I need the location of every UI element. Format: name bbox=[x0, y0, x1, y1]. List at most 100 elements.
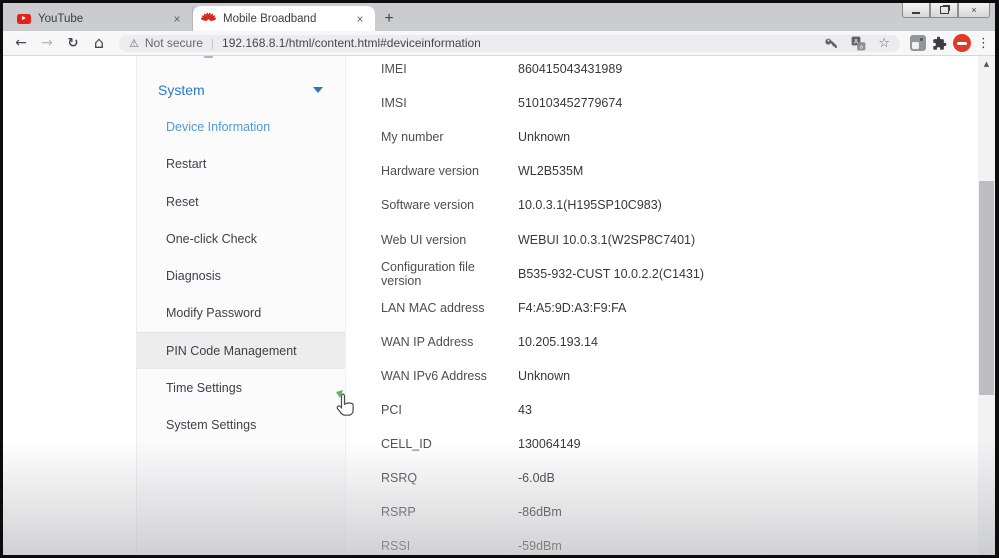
page-content: System Device Information Restart Reset One-… bbox=[3, 56, 995, 555]
info-value: 860415043431989 bbox=[518, 62, 622, 76]
forward-icon[interactable]: → bbox=[37, 36, 57, 50]
sidebar-item-restart[interactable]: Restart bbox=[137, 146, 345, 183]
youtube-icon bbox=[17, 14, 31, 24]
vertical-scrollbar[interactable]: ▲ bbox=[978, 56, 995, 555]
info-label: Configuration file version bbox=[381, 260, 518, 288]
not-secure-warning-icon: ⚠ bbox=[129, 37, 139, 50]
sidebar-item-label: One-click Check bbox=[166, 232, 257, 246]
table-row: PCI43 bbox=[381, 393, 955, 427]
close-button[interactable]: × bbox=[958, 3, 990, 18]
info-value: 510103452779674 bbox=[518, 96, 622, 110]
browser-menu-icon[interactable]: ⋮ bbox=[977, 36, 987, 51]
sidebar-item-label: Restart bbox=[166, 157, 206, 171]
info-value: -6.0dB bbox=[518, 471, 555, 485]
table-row: Hardware versionWL2B535M bbox=[381, 154, 955, 188]
info-label: WAN IPv6 Address bbox=[381, 369, 518, 383]
info-label: Web UI version bbox=[381, 233, 518, 247]
tab-youtube[interactable]: YouTube × bbox=[9, 6, 193, 31]
table-row: WAN IPv6 AddressUnknown bbox=[381, 359, 955, 393]
profile-avatar[interactable] bbox=[953, 34, 971, 52]
info-label: RSSI bbox=[381, 539, 518, 553]
sidebar-item-reset[interactable]: Reset bbox=[137, 183, 345, 220]
password-key-icon[interactable] bbox=[825, 36, 839, 50]
info-value: Unknown bbox=[518, 369, 570, 383]
sidebar-item-system-settings[interactable]: System Settings bbox=[137, 407, 345, 444]
minimize-button[interactable] bbox=[902, 3, 930, 18]
info-value: 10.0.3.1(H195SP10C983) bbox=[518, 198, 662, 212]
translate-icon[interactable]: A a bbox=[851, 36, 866, 51]
url-text[interactable]: 192.168.8.1/html/content.html#deviceinfo… bbox=[222, 36, 819, 50]
new-tab-button[interactable]: + bbox=[375, 6, 403, 31]
sidebar-item-device-information[interactable]: Device Information bbox=[137, 108, 345, 145]
info-label: WAN IP Address bbox=[381, 335, 518, 349]
info-label: PCI bbox=[381, 403, 518, 417]
restore-button[interactable] bbox=[930, 3, 958, 18]
sidebar-item-system[interactable]: System bbox=[137, 71, 345, 108]
table-row: Software version10.0.3.1(H195SP10C983) bbox=[381, 188, 955, 222]
sidebar-item-label: Reset bbox=[166, 195, 199, 209]
table-row: Configuration file versionB535-932-CUST … bbox=[381, 257, 955, 291]
extensions-puzzle-icon[interactable] bbox=[932, 36, 947, 51]
table-row: Web UI versionWEBUI 10.0.3.1(W2SP8C7401) bbox=[381, 222, 955, 256]
sidebar-item-label: System bbox=[158, 82, 205, 98]
info-value: 10.205.193.14 bbox=[518, 335, 598, 349]
table-row: CELL_ID130064149 bbox=[381, 427, 955, 461]
table-row: My numberUnknown bbox=[381, 120, 955, 154]
table-row: RSRQ-6.0dB bbox=[381, 461, 955, 495]
table-row: RSSI-59dBm bbox=[381, 529, 955, 555]
window-controls: × bbox=[902, 3, 990, 18]
browser-toolbar: ← → ↻ ⌂ ⚠ Not secure | 192.168.8.1/html/… bbox=[3, 31, 995, 56]
info-label: Hardware version bbox=[381, 164, 518, 178]
scroll-up-icon[interactable]: ▲ bbox=[978, 56, 995, 71]
info-value: B535-932-CUST 10.0.2.2(C1431) bbox=[518, 267, 704, 281]
sidebar-item-pin-code-management[interactable]: PIN Code Management bbox=[137, 332, 345, 369]
info-value: -86dBm bbox=[518, 505, 562, 519]
sidebar-item-time-settings[interactable]: Time Settings bbox=[137, 369, 345, 406]
sidebar-item-label: Diagnosis bbox=[166, 269, 221, 283]
extension-icon[interactable] bbox=[910, 35, 926, 51]
info-value: Unknown bbox=[518, 130, 570, 144]
info-label: LAN MAC address bbox=[381, 301, 518, 315]
address-bar[interactable]: ⚠ Not secure | 192.168.8.1/html/content.… bbox=[119, 35, 900, 52]
tab-close-icon[interactable]: × bbox=[170, 12, 184, 26]
sidebar-item-diagnosis[interactable]: Diagnosis bbox=[137, 257, 345, 294]
browser-window: × YouTube × Mobile Broadband bbox=[0, 0, 999, 558]
sidebar-item-label: Device Information bbox=[166, 120, 270, 134]
sidebar-item-label: Modify Password bbox=[166, 306, 261, 320]
sidebar-item-one-click-check[interactable]: One-click Check bbox=[137, 220, 345, 257]
sidebar-item-label: PIN Code Management bbox=[166, 344, 297, 358]
minimize-icon bbox=[912, 12, 920, 14]
tab-mobile-broadband[interactable]: Mobile Broadband × bbox=[193, 6, 375, 31]
scrollbar-thumb[interactable] bbox=[979, 181, 994, 395]
info-label: RSRQ bbox=[381, 471, 518, 485]
home-icon[interactable]: ⌂ bbox=[89, 35, 109, 51]
back-icon[interactable]: ← bbox=[11, 36, 31, 50]
sidebar-item-label: Time Settings bbox=[166, 381, 242, 395]
restore-icon bbox=[940, 6, 949, 14]
sidebar-item-modify-password[interactable]: Modify Password bbox=[137, 295, 345, 332]
table-row: LAN MAC addressF4:A5:9D:A3:F9:FA bbox=[381, 291, 955, 325]
info-value: WL2B535M bbox=[518, 164, 583, 178]
device-info-list: IMEI860415043431989IMSI510103452779674My… bbox=[381, 56, 955, 555]
huawei-icon bbox=[201, 11, 216, 26]
info-label: IMSI bbox=[381, 96, 518, 110]
security-label[interactable]: Not secure bbox=[145, 36, 203, 50]
info-label: IMEI bbox=[381, 62, 518, 76]
bookmark-star-icon[interactable]: ☆ bbox=[878, 36, 890, 51]
info-label: Software version bbox=[381, 198, 518, 212]
info-value: -59dBm bbox=[518, 539, 562, 553]
info-label: My number bbox=[381, 130, 518, 144]
table-row: IMEI860415043431989 bbox=[381, 56, 955, 86]
info-value: WEBUI 10.0.3.1(W2SP8C7401) bbox=[518, 233, 695, 247]
reload-icon[interactable]: ↻ bbox=[63, 37, 83, 50]
tab-close-icon[interactable]: × bbox=[353, 12, 367, 26]
info-value: 130064149 bbox=[518, 437, 581, 451]
svg-text:a: a bbox=[860, 44, 863, 50]
info-label: CELL_ID bbox=[381, 437, 518, 451]
info-value: F4:A5:9D:A3:F9:FA bbox=[518, 301, 626, 315]
close-icon: × bbox=[971, 6, 976, 15]
table-row: IMSI510103452779674 bbox=[381, 86, 955, 120]
tab-strip: YouTube × Mobile Broadband × + bbox=[3, 3, 995, 31]
sidebar-menu: System Device Information Restart Reset One-… bbox=[136, 56, 346, 555]
sidebar-item-label: System Settings bbox=[166, 418, 256, 432]
